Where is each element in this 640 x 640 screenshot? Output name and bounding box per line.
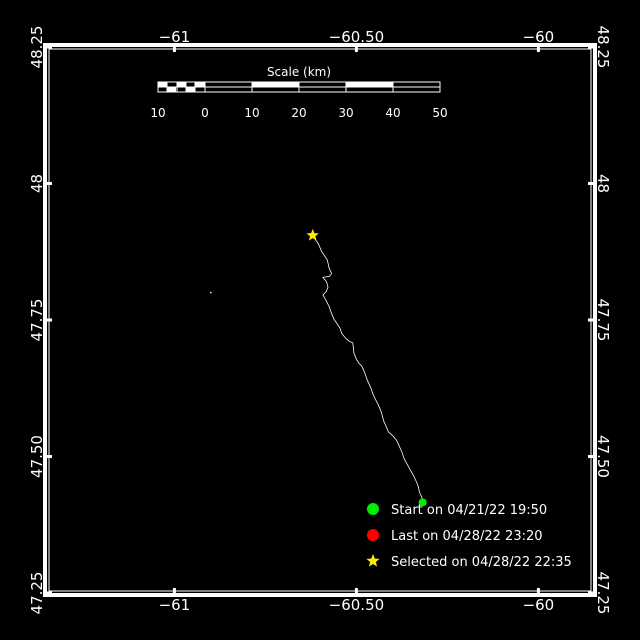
- scale-label: 20: [291, 106, 306, 120]
- selected-star-marker: [306, 228, 319, 241]
- scale-label: 10: [150, 106, 165, 120]
- lon-label-bottom: −60.50: [329, 596, 385, 614]
- drift-track-line: [312, 235, 423, 503]
- scale-bar: Scale (km) 10 0 10 20 30 40 50: [150, 65, 447, 120]
- stray-track-point: [210, 291, 212, 294]
- green-circle-icon: [367, 503, 379, 515]
- scale-seg: [158, 82, 167, 87]
- scale-seg: [195, 82, 205, 87]
- lat-label-right: 47.50: [594, 435, 612, 478]
- lat-label-left: 47.75: [28, 299, 46, 342]
- lat-label-left: 48.25: [28, 26, 46, 69]
- scale-seg: [167, 87, 176, 92]
- lon-label-bottom: −61: [159, 596, 191, 614]
- scale-label: 0: [201, 106, 209, 120]
- lat-label-left: 47.50: [28, 435, 46, 478]
- lon-label-top: −60: [523, 28, 555, 46]
- lat-label-right: 47.75: [594, 299, 612, 342]
- lon-label-bottom: −60: [523, 596, 555, 614]
- lat-label-left: 48: [28, 174, 46, 193]
- scale-seg: [346, 82, 393, 87]
- scale-label: 30: [338, 106, 353, 120]
- scale-seg: [177, 82, 186, 87]
- scale-label: 50: [432, 106, 447, 120]
- map-plot: −61 −60.50 −60 −61 −60.50 −60 47.25 47.50 47.7…: [28, 26, 612, 615]
- scale-seg: [186, 87, 195, 92]
- lat-label-left: 47.25: [28, 572, 46, 615]
- lon-label-top: −61: [159, 28, 191, 46]
- legend: Start on 04/21/22 19:50 Last on 04/28/22…: [366, 503, 572, 570]
- legend-last: Last on 04/28/22 23:20: [391, 529, 543, 544]
- lon-labels-bottom: −61 −60.50 −60: [159, 596, 555, 614]
- scale-label: 40: [385, 106, 400, 120]
- legend-selected: Selected on 04/28/22 22:35: [391, 555, 572, 570]
- legend-start: Start on 04/21/22 19:50: [391, 503, 547, 518]
- red-circle-icon: [367, 529, 379, 541]
- scale-bar-title: Scale (km): [267, 65, 331, 79]
- lon-label-top: −60.50: [329, 28, 385, 46]
- scale-seg: [252, 82, 299, 87]
- scale-label: 10: [244, 106, 259, 120]
- lat-label-right: 48: [594, 174, 612, 193]
- lat-label-right: 48.25: [594, 26, 612, 69]
- lat-label-right: 47.25: [594, 572, 612, 615]
- yellow-star-icon: [366, 554, 380, 567]
